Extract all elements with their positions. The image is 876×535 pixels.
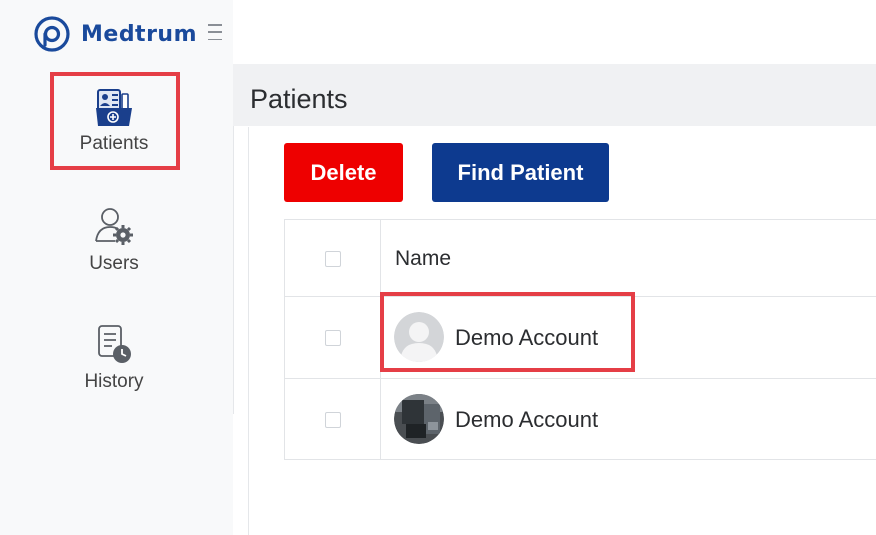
patients-table: Name Demo Account Demo Account xyxy=(284,219,876,460)
menu-toggle-icon[interactable] xyxy=(208,24,222,40)
sidebar-item-label: History xyxy=(84,371,144,392)
patient-name[interactable]: Demo Account xyxy=(455,407,598,433)
find-patient-button[interactable]: Find Patient xyxy=(432,143,609,202)
sidebar-item-label: Patients xyxy=(79,133,149,154)
patient-folder-icon xyxy=(94,81,134,131)
brand-logo[interactable]: Medtrum xyxy=(34,16,197,52)
table-row[interactable]: Demo Account xyxy=(285,297,876,379)
page-title: Patients xyxy=(250,84,348,114)
default-avatar-icon xyxy=(394,312,444,362)
row-checkbox[interactable] xyxy=(325,330,341,346)
sidebar: Medtrum Patients Users History xyxy=(0,0,233,535)
delete-button[interactable]: Delete xyxy=(284,143,403,202)
select-all-checkbox[interactable] xyxy=(325,251,341,267)
patient-name[interactable]: Demo Account xyxy=(455,325,598,351)
app-window: Medtrum Patients Users History Patients … xyxy=(0,0,876,535)
medtrum-logo-icon xyxy=(34,16,70,52)
sidebar-item-label: Users xyxy=(89,253,139,274)
photo-avatar xyxy=(394,394,444,444)
history-clock-icon xyxy=(93,319,135,369)
row-checkbox[interactable] xyxy=(325,412,341,428)
user-settings-icon xyxy=(93,201,135,251)
sidebar-item-history[interactable]: History xyxy=(52,311,176,405)
brand-name: Medtrum xyxy=(81,21,198,47)
table-row[interactable]: Demo Account xyxy=(285,379,876,460)
sidebar-item-users[interactable]: Users xyxy=(52,193,176,287)
table-header-row: Name xyxy=(285,220,876,297)
column-header-name[interactable]: Name xyxy=(395,247,451,271)
sidebar-item-patients[interactable]: Patients xyxy=(52,73,176,167)
